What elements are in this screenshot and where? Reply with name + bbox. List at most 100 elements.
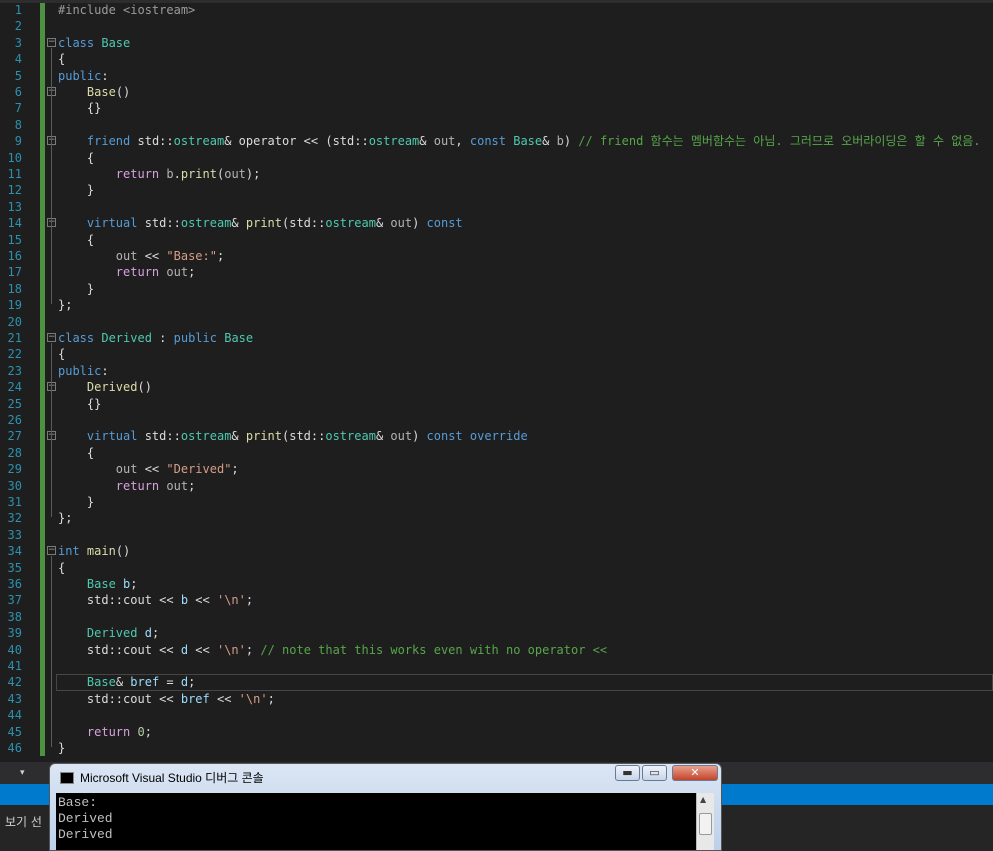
code-line[interactable]: 42 Base& bref = d; bbox=[0, 674, 993, 692]
code-line[interactable]: 34 − int main() bbox=[0, 543, 993, 559]
code-text[interactable]: }; bbox=[58, 510, 72, 526]
code-text[interactable]: return out; bbox=[58, 478, 196, 494]
code-text[interactable]: return out; bbox=[58, 264, 196, 280]
code-line[interactable]: 4{ bbox=[0, 51, 993, 67]
code-line[interactable]: 17 return out; bbox=[0, 264, 993, 280]
maximize-button[interactable]: ▭ bbox=[642, 765, 667, 781]
code-line[interactable]: 12 } bbox=[0, 182, 993, 198]
code-line[interactable]: 23 public: bbox=[0, 363, 993, 379]
close-button[interactable]: ✕ bbox=[672, 765, 718, 781]
code-line[interactable]: 11 return b.print(out); bbox=[0, 166, 993, 182]
code-line[interactable]: 5 public: bbox=[0, 68, 993, 84]
code-line[interactable]: 15 { bbox=[0, 232, 993, 248]
code-text[interactable]: Derived() bbox=[58, 379, 152, 395]
code-text[interactable]: std::cout << bref << '\n'; bbox=[58, 691, 275, 707]
code-text[interactable]: Base& bref = d; bbox=[58, 674, 195, 690]
code-text[interactable]: std::cout << d << '\n'; // note that thi… bbox=[58, 642, 607, 658]
code-line[interactable]: 25 {} bbox=[0, 396, 993, 412]
code-line[interactable]: 18 } bbox=[0, 281, 993, 297]
code-text[interactable]: { bbox=[58, 445, 94, 461]
line-number: 33 bbox=[7, 527, 22, 542]
code-line[interactable]: 19}; bbox=[0, 297, 993, 313]
code-text[interactable]: Base b; bbox=[58, 576, 138, 592]
code-line[interactable]: 26 bbox=[0, 412, 993, 428]
code-line[interactable]: 43 std::cout << bref << '\n'; bbox=[0, 691, 993, 707]
code-line[interactable]: 37 std::cout << b << '\n'; bbox=[0, 592, 993, 608]
code-line[interactable]: 35 { bbox=[0, 560, 993, 576]
code-line[interactable]: 32}; bbox=[0, 510, 993, 526]
code-line[interactable]: 16 out << "Base:"; bbox=[0, 248, 993, 264]
code-line[interactable]: 29 out << "Derived"; bbox=[0, 461, 993, 477]
code-text[interactable]: std::cout << b << '\n'; bbox=[58, 592, 253, 608]
scroll-up-arrow-icon[interactable]: ▲ bbox=[700, 795, 706, 804]
code-line[interactable]: 10 { bbox=[0, 150, 993, 166]
code-text[interactable]: int main() bbox=[58, 543, 130, 559]
code-line[interactable]: 28 { bbox=[0, 445, 993, 461]
code-text[interactable]: { bbox=[58, 51, 65, 67]
code-line[interactable]: 31 } bbox=[0, 494, 993, 510]
code-line[interactable]: 40 std::cout << d << '\n'; // note that … bbox=[0, 642, 993, 658]
code-line[interactable]: 33 bbox=[0, 527, 993, 543]
code-line[interactable]: 1 #include <iostream> bbox=[0, 2, 993, 18]
code-text[interactable]: class Derived : public Base bbox=[58, 330, 253, 346]
code-line[interactable]: 39 Derived d; bbox=[0, 625, 993, 641]
collapse-icon[interactable]: − bbox=[47, 37, 56, 47]
collapse-icon[interactable]: − bbox=[47, 546, 56, 556]
code-line[interactable]: 45 return 0; bbox=[0, 724, 993, 740]
code-line[interactable]: 27− virtual std::ostream& print(std::ost… bbox=[0, 428, 993, 444]
code-text[interactable]: { bbox=[58, 232, 94, 248]
code-text[interactable]: return b.print(out); bbox=[58, 166, 261, 182]
code-line[interactable]: 36 Base b; bbox=[0, 576, 993, 592]
code-line[interactable]: 44 bbox=[0, 707, 993, 723]
code-text[interactable]: return 0; bbox=[58, 724, 152, 740]
code-text[interactable]: Base() bbox=[58, 84, 130, 100]
debug-console-window[interactable]: Microsoft Visual Studio 디버그 콘솔 ▬ ▭ ✕ Bas… bbox=[49, 763, 722, 851]
code-text[interactable]: }; bbox=[58, 297, 72, 313]
code-text[interactable]: } bbox=[58, 182, 94, 198]
code-text[interactable]: } bbox=[58, 494, 94, 510]
code-line[interactable]: 41 bbox=[0, 658, 993, 674]
code-text[interactable]: public: bbox=[58, 363, 109, 379]
code-text[interactable]: { bbox=[58, 150, 94, 166]
code-text[interactable]: {} bbox=[58, 100, 101, 116]
code-text[interactable]: virtual std::ostream& print(std::ostream… bbox=[58, 215, 463, 231]
code-line[interactable]: 6− Base() bbox=[0, 84, 993, 100]
dropdown-arrow-icon[interactable]: ▾ bbox=[20, 768, 25, 778]
code-text[interactable]: public: bbox=[58, 68, 109, 84]
line-number: 45 bbox=[7, 724, 22, 739]
console-scrollbar[interactable]: ▲ bbox=[696, 793, 714, 850]
code-text[interactable]: } bbox=[58, 281, 94, 297]
code-editor[interactable]: 1 #include <iostream> 2 3− class Base 4{5 publ… bbox=[0, 0, 993, 762]
code-line[interactable]: 24− Derived() bbox=[0, 379, 993, 395]
line-number: 27 bbox=[7, 429, 22, 444]
fold-region-line bbox=[51, 343, 52, 518]
code-text[interactable]: Derived d; bbox=[58, 625, 159, 641]
code-line[interactable]: 3 − class Base bbox=[0, 35, 993, 51]
code-line[interactable]: 38 bbox=[0, 609, 993, 625]
code-text[interactable]: { bbox=[58, 346, 65, 362]
collapse-icon[interactable]: − bbox=[47, 333, 56, 342]
code-line[interactable]: 46} bbox=[0, 740, 993, 756]
code-text[interactable]: friend std::ostream& operator << (std::o… bbox=[58, 133, 981, 149]
code-text[interactable]: {} bbox=[58, 396, 101, 412]
code-line[interactable]: 9− friend std::ostream& operator << (std… bbox=[0, 133, 993, 149]
code-text[interactable]: out << "Base:"; bbox=[58, 248, 224, 264]
scrollbar-thumb[interactable] bbox=[699, 813, 712, 835]
code-line[interactable]: 30 return out; bbox=[0, 478, 993, 494]
code-line[interactable]: 21 − class Derived : public Base bbox=[0, 330, 993, 346]
code-line[interactable]: 8 bbox=[0, 117, 993, 133]
code-text[interactable]: virtual std::ostream& print(std::ostream… bbox=[58, 428, 528, 444]
code-text[interactable]: #include <iostream> bbox=[58, 2, 195, 18]
minimize-button[interactable]: ▬ bbox=[615, 765, 640, 781]
code-line[interactable]: 20 bbox=[0, 314, 993, 330]
line-number: 35 bbox=[7, 560, 22, 575]
code-line[interactable]: 14− virtual std::ostream& print(std::ost… bbox=[0, 215, 993, 231]
code-line[interactable]: 13 bbox=[0, 199, 993, 215]
code-text[interactable]: } bbox=[58, 740, 65, 756]
code-line[interactable]: 2 bbox=[0, 18, 993, 34]
code-text[interactable]: out << "Derived"; bbox=[58, 461, 239, 477]
code-line[interactable]: 7 {} bbox=[0, 100, 993, 116]
code-line[interactable]: 22 { bbox=[0, 346, 993, 362]
code-text[interactable]: class Base bbox=[58, 35, 130, 51]
code-text[interactable]: { bbox=[58, 560, 65, 576]
